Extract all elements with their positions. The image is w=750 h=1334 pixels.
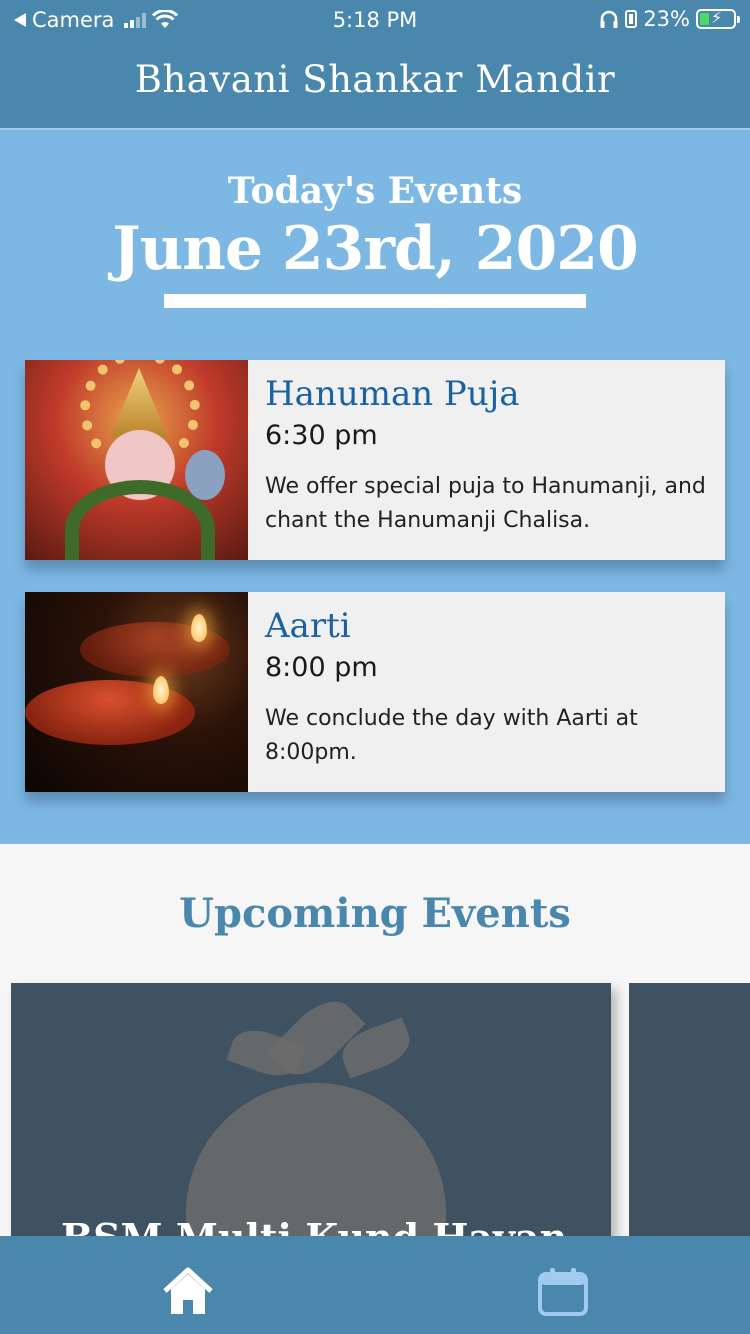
hanuman-image — [25, 360, 248, 560]
headphones-icon — [600, 10, 618, 28]
status-bar: Camera 5:18 PM 23% ⚡ — [0, 0, 750, 40]
top-bar: Camera 5:18 PM 23% ⚡ Bhavani Shankar Man… — [0, 0, 750, 128]
calendar-icon — [538, 1268, 588, 1316]
upcoming-events-heading: Upcoming Events — [179, 890, 571, 937]
event-card-aarti[interactable]: Aarti 8:00 pm We conclude the day with A… — [25, 592, 725, 792]
battery-icon: ⚡ — [696, 8, 740, 29]
home-icon — [163, 1267, 213, 1314]
status-right: 23% ⚡ — [599, 7, 740, 31]
app-title: Bhavani Shankar Mandir — [134, 58, 616, 101]
nav-calendar-button[interactable] — [535, 1264, 591, 1320]
event-time: 6:30 pm — [265, 420, 378, 451]
event-description: We offer special puja to Hanumanji, and … — [265, 474, 706, 533]
bottom-nav — [0, 1236, 750, 1334]
event-name: Aarti — [265, 606, 351, 646]
today-date: June 23rd, 2020 — [112, 214, 639, 284]
event-description: We conclude the day with Aarti at 8:00pm… — [265, 706, 638, 765]
todays-events-section: Today's Events June 23rd, 2020 Hanuman P… — [0, 128, 750, 844]
diya-image — [25, 592, 248, 792]
event-card-hanuman-puja[interactable]: Hanuman Puja 6:30 pm We offer special pu… — [25, 360, 725, 560]
event-name: Hanuman Puja — [265, 374, 520, 414]
battery-percent: 23% — [643, 7, 690, 31]
nav-home-button[interactable] — [160, 1264, 216, 1320]
date-underline — [164, 294, 586, 308]
event-time: 8:00 pm — [265, 652, 378, 683]
rotation-lock-icon — [625, 10, 638, 28]
todays-events-heading: Today's Events — [227, 170, 523, 212]
